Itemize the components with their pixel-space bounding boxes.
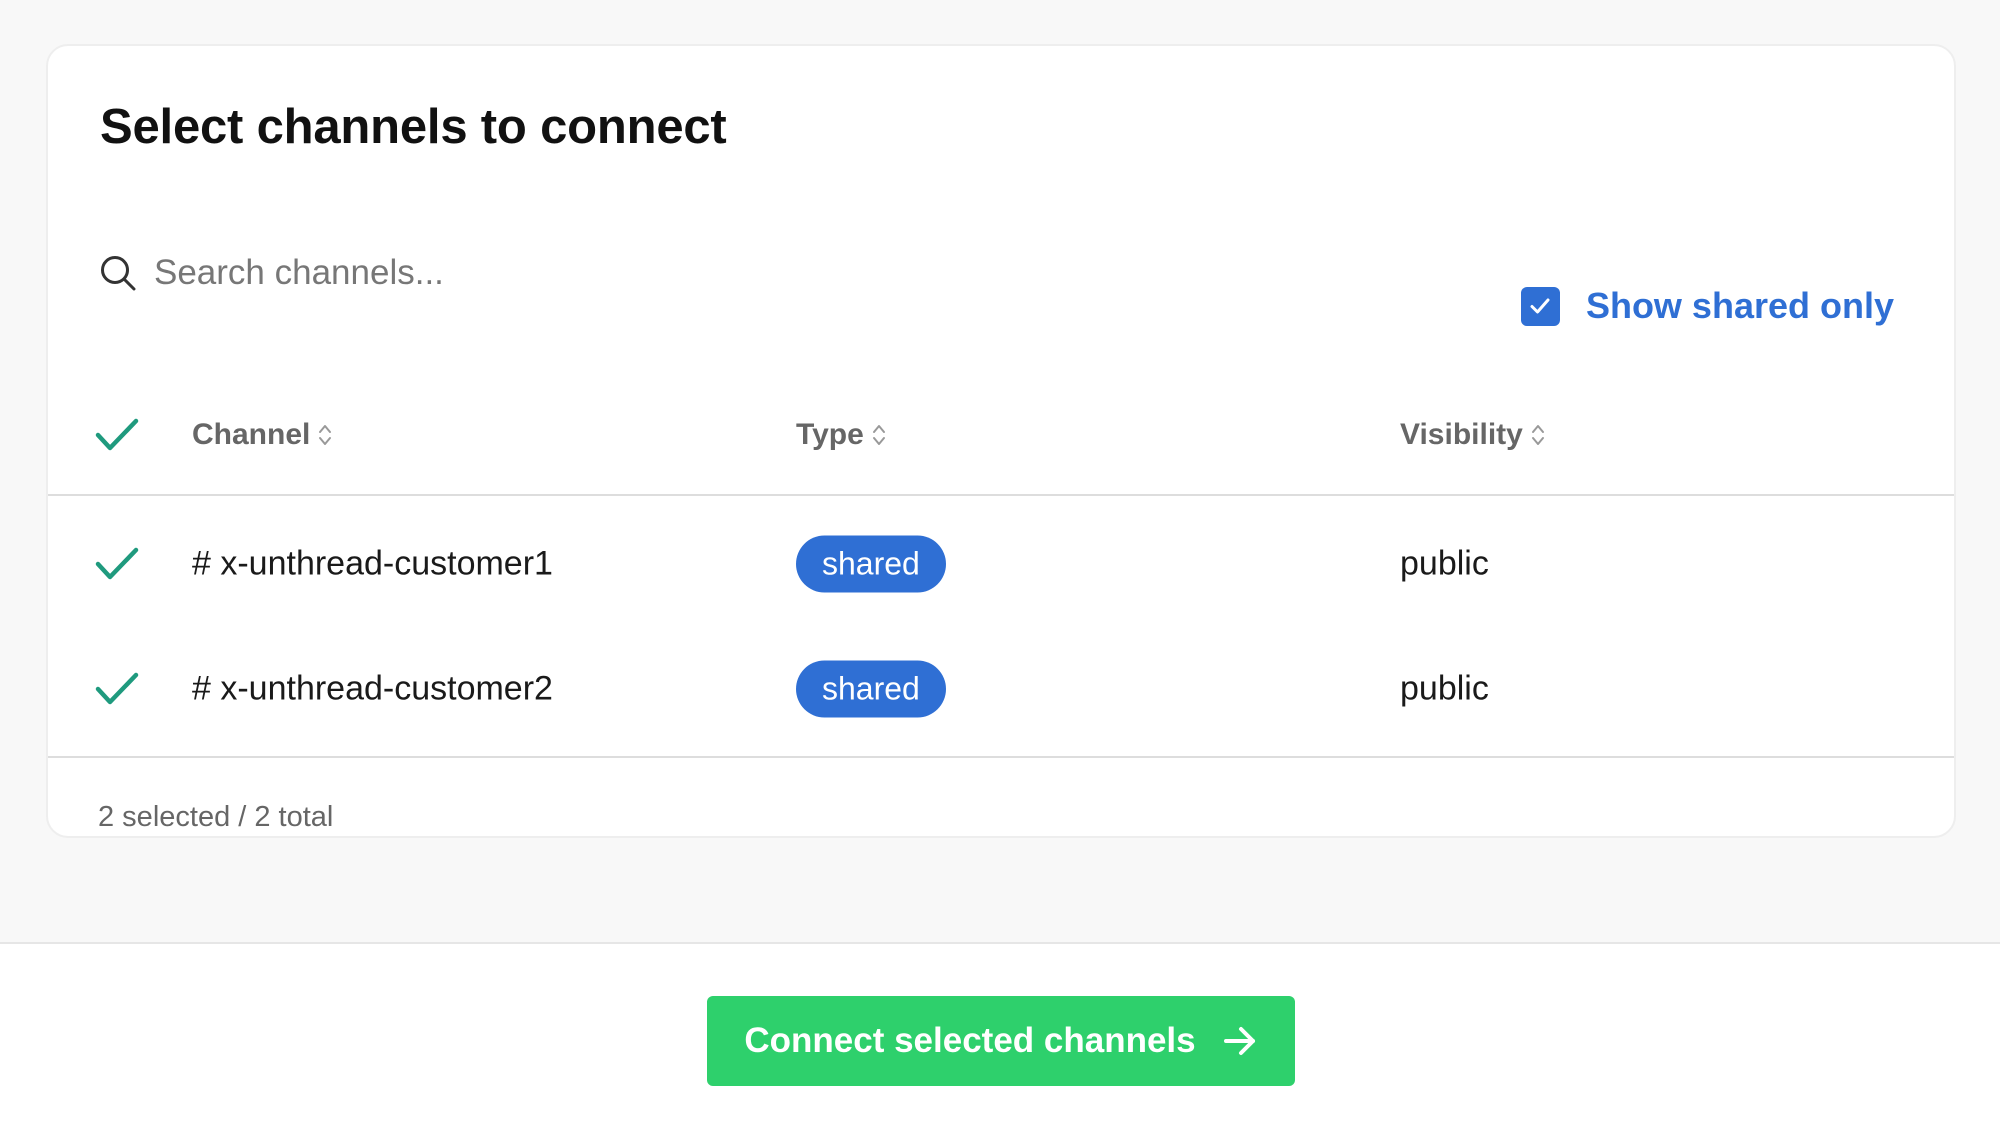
- sort-icon: [1531, 425, 1544, 445]
- type-badge: shared: [796, 535, 946, 592]
- channel-name: # x-unthread-customer1: [192, 544, 553, 582]
- table-header: Channel Type Visibility: [48, 376, 1954, 496]
- check-icon: [95, 418, 139, 451]
- connect-selected-channels-button[interactable]: Connect selected channels: [707, 996, 1295, 1086]
- column-header-type[interactable]: Type: [796, 418, 886, 452]
- show-shared-only-checkbox[interactable]: [1520, 286, 1560, 326]
- table-row[interactable]: # x-unthread-customer1 shared public: [48, 501, 1954, 626]
- page-title: Select channels to connect: [100, 100, 727, 154]
- arrow-right-icon: [1223, 1027, 1255, 1055]
- select-all-checkbox[interactable]: [94, 415, 140, 455]
- type-badge: shared: [796, 660, 946, 717]
- sort-icon: [319, 425, 332, 445]
- row-select-checkbox[interactable]: [94, 669, 140, 709]
- checkmark-icon: [1530, 298, 1550, 314]
- table-row[interactable]: # x-unthread-customer2 shared public: [48, 626, 1954, 751]
- table-divider: [48, 756, 1954, 758]
- selection-count: 2 selected / 2 total: [98, 801, 334, 833]
- check-icon: [95, 672, 139, 704]
- check-icon: [95, 547, 139, 579]
- row-select-checkbox[interactable]: [94, 544, 140, 584]
- footer-bar: Connect selected channels: [0, 942, 2000, 1134]
- show-shared-only-toggle[interactable]: Show shared only: [1520, 266, 1894, 346]
- column-label-type: Type: [796, 418, 864, 451]
- column-label-visibility: Visibility: [1400, 418, 1523, 451]
- connect-button-label: Connect selected channels: [744, 1021, 1196, 1060]
- column-label-channel: Channel: [192, 418, 311, 451]
- column-header-channel[interactable]: Channel: [192, 418, 332, 452]
- channel-selection-card: Select channels to connect Show shared o…: [46, 44, 1956, 838]
- channel-name: # x-unthread-customer2: [192, 669, 553, 707]
- sort-icon: [872, 425, 885, 445]
- visibility-value: public: [1400, 544, 1489, 582]
- search-input[interactable]: [154, 253, 854, 293]
- visibility-value: public: [1400, 669, 1489, 707]
- column-header-visibility[interactable]: Visibility: [1400, 418, 1545, 452]
- search-bar[interactable]: [98, 238, 898, 308]
- search-icon: [101, 256, 136, 291]
- show-shared-only-label[interactable]: Show shared only: [1586, 285, 1894, 327]
